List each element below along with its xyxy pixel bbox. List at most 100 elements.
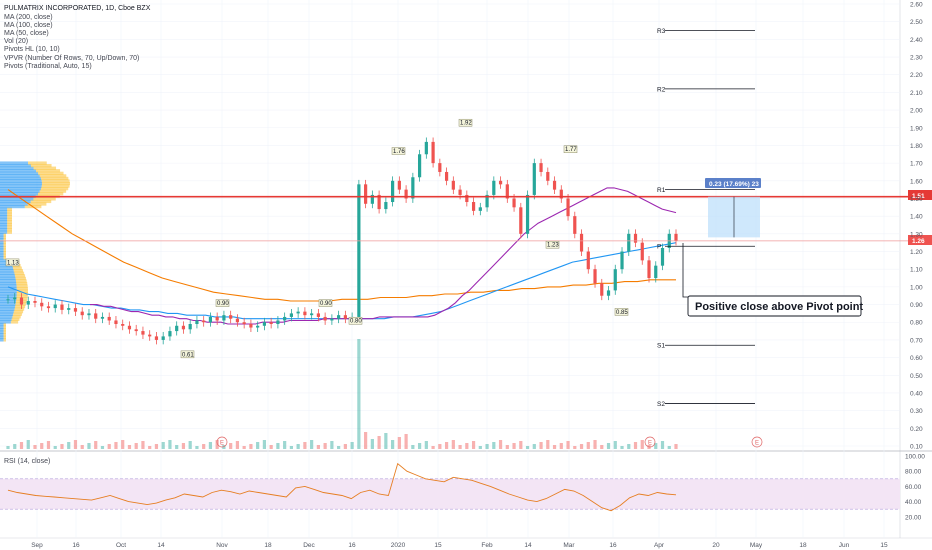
earnings-marker-label: E: [648, 441, 652, 447]
volume-bar: [377, 436, 381, 449]
price-tick-label: 1.60: [910, 178, 923, 185]
volume-bar: [175, 445, 179, 449]
volume-bar: [573, 446, 577, 449]
candle-body: [444, 171, 449, 181]
chart-title: PULMATRIX INCORPORATED, 1D, Cboe BZX: [4, 5, 151, 12]
candle-body: [566, 198, 570, 217]
candle-body: [80, 311, 84, 316]
price-tick-label: 2.40: [910, 37, 923, 44]
volume-bar: [276, 443, 280, 449]
candle-body: [552, 180, 557, 190]
volume-bar: [6, 446, 10, 449]
volume-bar: [404, 434, 408, 449]
date-tick-label: 14: [524, 542, 532, 549]
pivot-hl-label: 1.76: [393, 149, 405, 155]
study-pivots-hl[interactable]: Pivots HL (10, 10): [4, 46, 60, 53]
volume-bar: [674, 444, 678, 449]
price-tick-label: 1.40: [910, 214, 923, 221]
volume-bar: [114, 442, 118, 449]
rsi-tick-label: 40.00: [905, 499, 922, 506]
volume-bar: [202, 444, 206, 449]
date-tick-label: 15: [434, 542, 442, 549]
candle-body: [87, 313, 91, 316]
date-tick-label: 18: [264, 542, 272, 549]
volume-bar: [289, 446, 293, 449]
volume-bar: [559, 443, 563, 449]
candle-body: [202, 320, 206, 323]
main-pane[interactable]: [0, 0, 900, 450]
candle-body: [26, 301, 30, 305]
study-ma200[interactable]: MA (200, close): [4, 14, 53, 21]
price-tick-label: 1.80: [910, 143, 923, 150]
study-ma50[interactable]: MA (50, close): [4, 30, 49, 37]
volume-bar: [451, 440, 455, 449]
volume-bar: [384, 433, 388, 449]
candle-body: [478, 207, 482, 211]
volume-bar: [586, 442, 590, 449]
rsi-tick-label: 60.00: [905, 484, 922, 491]
date-tick-label: 14: [157, 542, 165, 549]
candle-body: [606, 290, 611, 296]
candle-body: [181, 325, 186, 330]
volume-bar: [627, 444, 631, 449]
candle-body: [620, 251, 624, 270]
price-axis[interactable]: [900, 0, 932, 550]
candle-body: [343, 315, 347, 319]
study-volume[interactable]: Vol (20): [4, 38, 28, 45]
measure-tool[interactable]: 0.23 (17.69%) 23: [705, 178, 761, 188]
candle-body: [586, 251, 590, 270]
candle-body: [417, 154, 422, 178]
candle-body: [627, 233, 631, 252]
volume-bar: [229, 443, 233, 449]
study-ma100[interactable]: MA (100, close): [4, 22, 53, 29]
volume-bar: [424, 441, 428, 449]
rsi-label[interactable]: RSI (14, close): [4, 458, 50, 465]
volume-bar: [154, 444, 159, 449]
date-tick-label: 20: [712, 542, 720, 549]
volume-bar: [323, 443, 327, 449]
price-tick-label: 0.50: [910, 373, 923, 380]
volume-bar: [633, 442, 638, 449]
price-tick-label: 2.20: [910, 72, 923, 79]
candle-body: [19, 297, 24, 305]
volume-bar: [600, 445, 604, 449]
rsi-tick-label: 20.00: [905, 514, 922, 521]
price-tick-label: 1.70: [910, 161, 923, 168]
candle-body: [364, 184, 368, 204]
annotation-text: Positive close above Pivot point: [695, 301, 863, 313]
volume-bar: [141, 441, 145, 449]
volume-bar: [208, 442, 213, 449]
volume-bar: [134, 443, 138, 449]
volume-bar: [13, 444, 17, 449]
candle-body: [323, 316, 327, 321]
volume-bar: [667, 446, 671, 449]
volume-bar: [431, 446, 435, 449]
stock-chart: R3 R2 R1 P S1 S2 1.13 0.61 0.90 0.90 0.80 1.76 1.92…: [0, 0, 932, 550]
volume-bar: [444, 442, 449, 449]
volume-bar: [161, 442, 165, 449]
candle-body: [397, 180, 401, 190]
volume-bar: [316, 445, 320, 449]
volume-bar: [350, 442, 354, 449]
price-tick-label: 2.60: [910, 2, 923, 9]
candle-body: [40, 302, 44, 307]
candle-body: [208, 316, 213, 323]
candle-body: [593, 269, 597, 284]
volume-bar: [512, 443, 516, 449]
volume-bar: [465, 443, 469, 449]
pivot-hl-label: 0.80: [350, 319, 362, 325]
study-pivots[interactable]: Pivots (Traditional, Auto, 15): [4, 63, 92, 70]
price-tick-label: 2.00: [910, 108, 923, 115]
date-tick-label: 2020: [391, 542, 406, 549]
candle-body: [512, 198, 516, 208]
chart-canvas[interactable]: R3 R2 R1 P S1 S2 1.13 0.61 0.90 0.90 0.80 1.76 1.92…: [0, 0, 932, 550]
date-tick-label: 16: [348, 542, 356, 549]
candle-body: [316, 313, 320, 317]
volume-bar: [46, 441, 51, 449]
study-vpvr[interactable]: VPVR (Number Of Rows, 70, Up/Down, 70): [4, 55, 139, 62]
date-tick-label: Apr: [654, 542, 665, 549]
candle-body: [269, 322, 273, 325]
price-tick-label: 2.10: [910, 90, 923, 97]
volume-bar: [606, 443, 611, 449]
candle-body: [451, 180, 455, 190]
